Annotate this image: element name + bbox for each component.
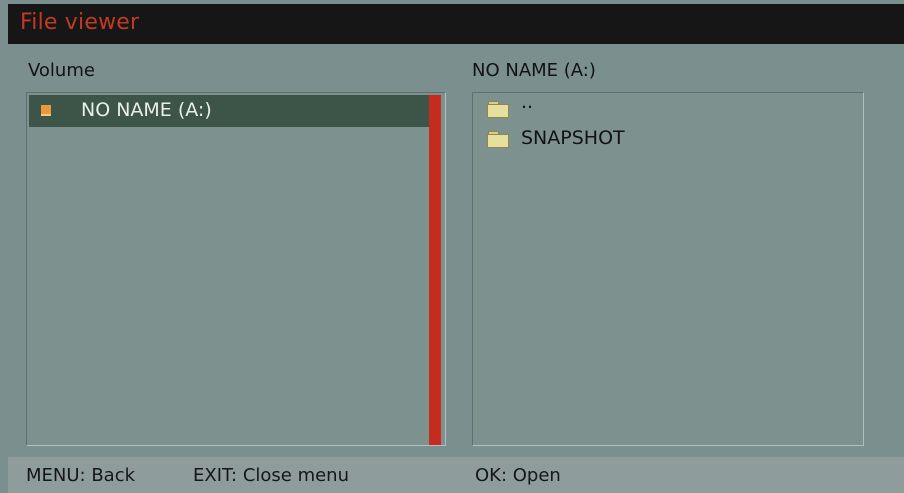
volume-panel-title: Volume [28, 60, 95, 81]
volume-list-scrollbar[interactable] [429, 95, 441, 445]
folder-item-snapshot[interactable]: SNAPSHOT [481, 127, 841, 153]
content-area: Volume NO NAME (A:) NO NAME (A:) .. SNAP… [8, 44, 904, 457]
volume-list-panel: NO NAME (A:) [26, 92, 446, 446]
menu-back-hint: MENU: Back [26, 465, 136, 486]
exit-close-menu-hint: EXIT: Close menu [193, 465, 349, 486]
volume-item-label: NO NAME (A:) [81, 99, 212, 121]
file-panel-title: NO NAME (A:) [472, 60, 596, 81]
title-bar: File viewer [8, 4, 904, 44]
drive-icon [41, 105, 51, 116]
volume-item-no-name[interactable]: NO NAME (A:) [29, 95, 433, 127]
status-bar: MENU: Back EXIT: Close menu OK: Open [8, 457, 904, 493]
folder-item-label: SNAPSHOT [521, 127, 625, 149]
folder-icon [487, 101, 509, 118]
ok-open-hint: OK: Open [475, 465, 561, 486]
folder-icon [487, 131, 509, 148]
file-list-panel: .. SNAPSHOT [472, 91, 864, 446]
window-title: File viewer [20, 10, 140, 35]
folder-item-label: .. [521, 91, 534, 113]
file-viewer-screen: File viewer Volume NO NAME (A:) NO NAME … [0, 0, 904, 493]
folder-item-parent[interactable]: .. [481, 91, 841, 123]
